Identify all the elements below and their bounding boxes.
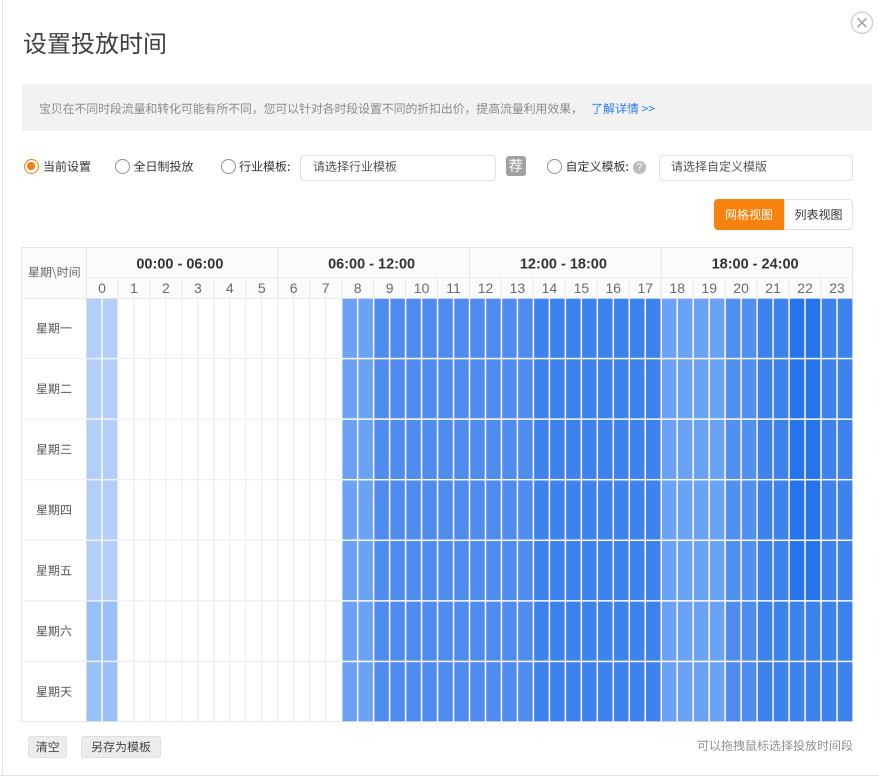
svg-text:15: 15 xyxy=(574,280,590,296)
svg-text:06:00 - 12:00: 06:00 - 12:00 xyxy=(328,256,415,272)
svg-text:20: 20 xyxy=(733,280,749,296)
svg-text:4: 4 xyxy=(226,280,234,296)
svg-text:18: 18 xyxy=(669,280,685,296)
svg-text:22: 22 xyxy=(797,280,813,296)
svg-text:00:00 - 06:00: 00:00 - 06:00 xyxy=(136,256,223,272)
svg-text:12: 12 xyxy=(478,280,494,296)
svg-text:8: 8 xyxy=(354,280,362,296)
svg-text:11: 11 xyxy=(446,280,461,296)
svg-text:14: 14 xyxy=(542,280,558,296)
svg-text:6: 6 xyxy=(290,280,298,296)
svg-text:17: 17 xyxy=(638,280,654,296)
svg-text:5: 5 xyxy=(258,280,266,296)
svg-text:9: 9 xyxy=(386,280,394,296)
svg-text:1: 1 xyxy=(130,280,138,296)
svg-text:3: 3 xyxy=(194,280,202,296)
svg-text:13: 13 xyxy=(510,280,526,296)
svg-text:18:00 - 24:00: 18:00 - 24:00 xyxy=(712,256,799,272)
svg-text:19: 19 xyxy=(701,280,717,296)
svg-text:23: 23 xyxy=(829,280,845,296)
svg-text:2: 2 xyxy=(162,280,170,296)
svg-text:0: 0 xyxy=(98,280,106,296)
svg-text:16: 16 xyxy=(606,280,622,296)
svg-text:10: 10 xyxy=(414,280,430,296)
svg-text:7: 7 xyxy=(322,280,330,296)
svg-text:12:00 - 18:00: 12:00 - 18:00 xyxy=(520,256,607,272)
svg-text:21: 21 xyxy=(765,280,781,296)
